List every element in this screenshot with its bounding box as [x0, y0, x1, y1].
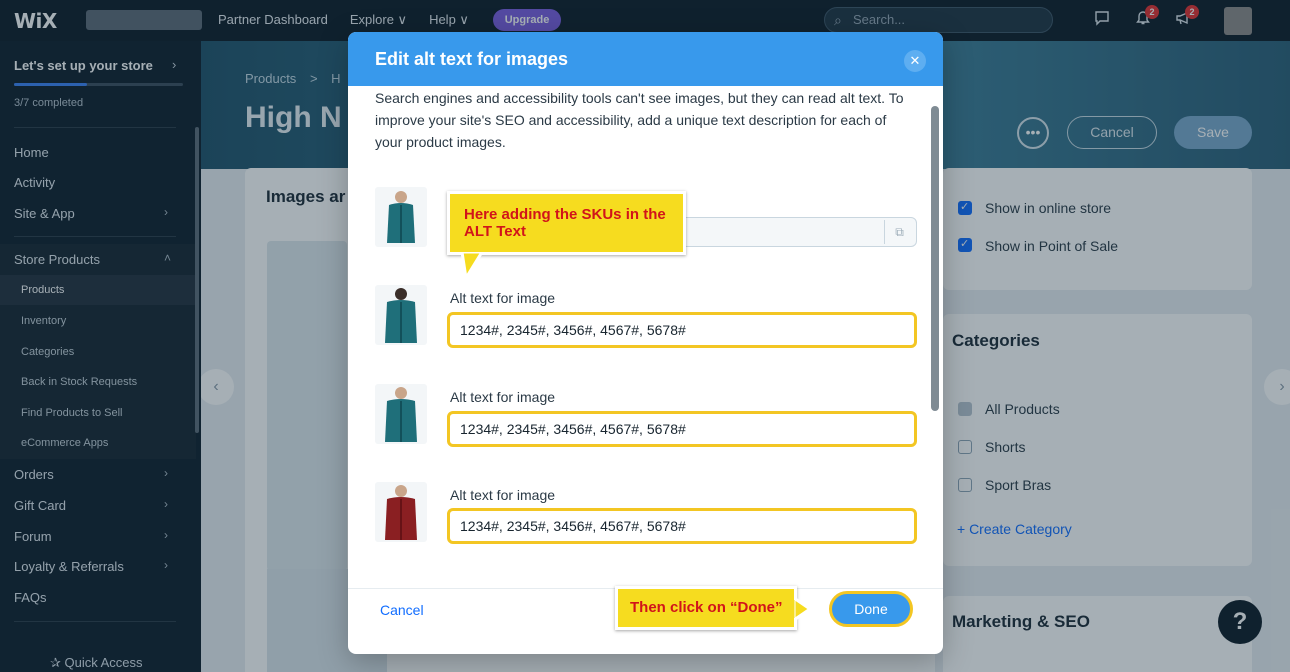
product-thumbnail: [375, 187, 427, 247]
done-callout-text: Then click on “Done”: [630, 599, 783, 616]
modal-scrollbar[interactable]: [931, 106, 939, 411]
sku-callout-text: Here adding the SKUs in the ALT Text: [464, 206, 666, 240]
modal-title: Edit alt text for images: [375, 49, 569, 69]
alt-text-input[interactable]: 1234#, 2345#, 3456#, 4567#, 5678#: [447, 411, 917, 447]
copy-icon[interactable]: ⧉: [884, 220, 914, 244]
sku-callout: Here adding the SKUs in the ALT Text: [447, 191, 686, 255]
callout-pointer: [794, 598, 812, 620]
edit-alt-text-modal: Edit alt text for images ✕ Search engine…: [348, 32, 943, 654]
done-callout: Then click on “Done”: [615, 586, 797, 630]
product-thumbnail: [375, 285, 427, 345]
alt-text-label: Alt text for image: [450, 290, 556, 306]
modal-cancel-button[interactable]: Cancel: [380, 602, 424, 618]
alt-text-input[interactable]: 1234#, 2345#, 3456#, 4567#, 5678#: [447, 508, 917, 544]
alt-text-input[interactable]: 1234#, 2345#, 3456#, 4567#, 5678#: [447, 312, 917, 348]
done-button[interactable]: Done: [829, 591, 913, 627]
callout-pointer: [460, 252, 484, 282]
product-thumbnail: [375, 482, 427, 542]
alt-text-label: Alt text for image: [450, 487, 556, 503]
product-thumbnail: [375, 384, 427, 444]
modal-description: Search engines and accessibility tools c…: [375, 90, 904, 150]
alt-text-label: Alt text for image: [450, 389, 556, 405]
close-icon[interactable]: ✕: [904, 50, 926, 72]
